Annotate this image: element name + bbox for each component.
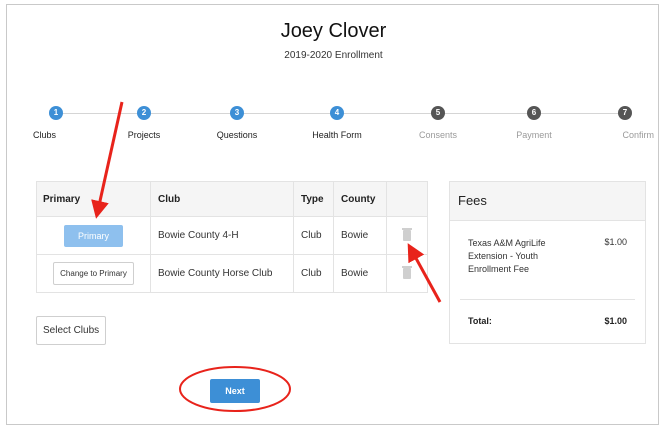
county-cell: Bowie xyxy=(334,217,387,254)
enrollment-subtitle: 2019-2020 Enrollment xyxy=(284,50,383,61)
column-header-type: Type xyxy=(294,182,334,216)
primary-cell: Change to Primary xyxy=(37,255,151,292)
fee-total-label: Total: xyxy=(468,316,492,326)
step-number: 5 xyxy=(431,106,445,120)
fee-amount: $1.00 xyxy=(604,237,627,247)
fees-panel: Fees Texas A&M AgriLife Extension - Yout… xyxy=(449,181,646,344)
trash-icon[interactable] xyxy=(402,228,412,241)
step-number: 6 xyxy=(527,106,541,120)
step-clubs[interactable]: 1 Clubs xyxy=(21,106,91,140)
member-name: Joey Clover xyxy=(280,20,387,42)
column-header-club: Club xyxy=(151,182,294,216)
trash-icon[interactable] xyxy=(402,266,412,279)
table-header: Primary Club Type County xyxy=(37,182,427,217)
step-confirm[interactable]: 7 Confirm xyxy=(590,106,660,140)
step-number: 7 xyxy=(618,106,632,120)
step-number: 2 xyxy=(137,106,151,120)
club-cell: Bowie County Horse Club xyxy=(151,255,294,292)
step-projects[interactable]: 2 Projects xyxy=(109,106,179,140)
fee-item: Texas A&M AgriLife Extension - Youth Enr… xyxy=(450,221,645,299)
primary-button[interactable]: Primary xyxy=(64,224,123,247)
fee-description: Texas A&M AgriLife Extension - Youth Enr… xyxy=(468,238,546,274)
primary-cell: Primary xyxy=(37,217,151,254)
next-button[interactable]: Next xyxy=(210,379,260,403)
step-label: Health Form xyxy=(312,130,362,140)
column-header-actions xyxy=(387,182,427,216)
step-questions[interactable]: 3 Questions xyxy=(202,106,272,140)
table-row: Change to Primary Bowie County Horse Clu… xyxy=(37,255,427,292)
step-label: Consents xyxy=(418,130,458,140)
step-health-form[interactable]: 4 Health Form xyxy=(302,106,372,140)
fees-title: Fees xyxy=(450,182,645,221)
step-number: 4 xyxy=(330,106,344,120)
column-header-county: County xyxy=(334,182,387,216)
club-cell: Bowie County 4-H xyxy=(151,217,294,254)
step-label: Questions xyxy=(216,130,258,140)
delete-cell xyxy=(387,217,427,254)
step-label: Projects xyxy=(127,130,161,140)
step-number: 1 xyxy=(49,106,63,120)
fee-total-row: Total: $1.00 xyxy=(450,300,645,342)
step-label: Confirm xyxy=(622,130,654,140)
column-header-primary: Primary xyxy=(37,182,151,216)
fee-total-amount: $1.00 xyxy=(604,316,627,326)
type-cell: Club xyxy=(294,217,334,254)
change-to-primary-button[interactable]: Change to Primary xyxy=(53,262,134,285)
step-label: Clubs xyxy=(33,130,57,140)
type-cell: Club xyxy=(294,255,334,292)
step-payment[interactable]: 6 Payment xyxy=(499,106,569,140)
select-clubs-button[interactable]: Select Clubs xyxy=(36,316,107,345)
county-cell: Bowie xyxy=(334,255,387,292)
step-number: 3 xyxy=(230,106,244,120)
step-label: Payment xyxy=(516,130,552,140)
step-consents[interactable]: 5 Consents xyxy=(403,106,473,140)
delete-cell xyxy=(387,255,427,292)
clubs-table: Primary Club Type County Primary Bowie C… xyxy=(36,181,428,293)
table-row: Primary Bowie County 4-H Club Bowie xyxy=(37,217,427,255)
